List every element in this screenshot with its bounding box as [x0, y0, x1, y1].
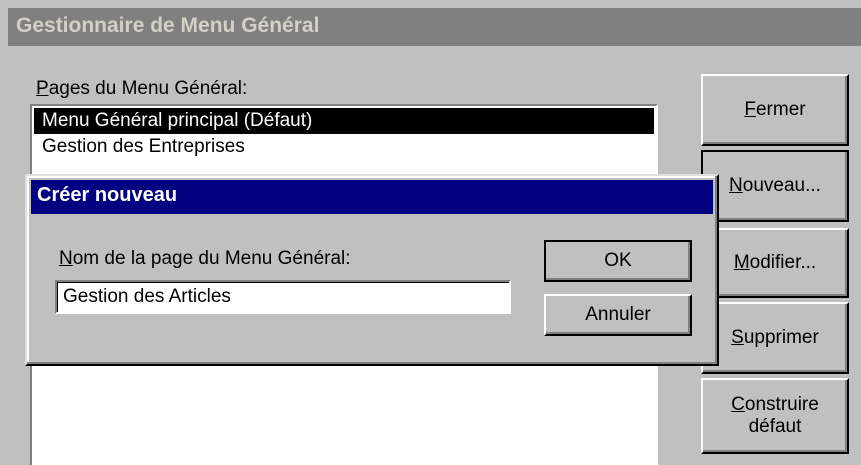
cancel-button[interactable]: Annuler	[544, 294, 692, 336]
page-name-label-accel: N	[59, 248, 73, 269]
close-button-accel: F	[744, 99, 756, 120]
create-new-dialog: Créer nouveau Nom de la page du Menu Gén…	[25, 174, 719, 366]
build-default-accel: C	[731, 394, 745, 415]
close-button[interactable]: Fermer	[701, 74, 849, 146]
new-button-text: ouveau...	[742, 175, 821, 196]
dialog-titlebar[interactable]: Créer nouveau	[31, 180, 713, 214]
edit-button-text: odifier...	[749, 252, 817, 273]
ok-button[interactable]: OK	[544, 240, 692, 282]
pages-list-label-accel: P	[36, 78, 49, 99]
new-button-accel: N	[729, 175, 743, 196]
new-button[interactable]: Nouveau...	[701, 150, 849, 222]
main-titlebar[interactable]: Gestionnaire de Menu Général	[8, 8, 861, 46]
delete-button-text: upprimer	[743, 327, 819, 348]
delete-button-accel: S	[731, 327, 744, 348]
list-item-gestion-entreprises[interactable]: Gestion des Entreprises	[34, 134, 654, 160]
list-item-main-menu[interactable]: Menu Général principal (Défaut)	[34, 108, 654, 134]
dialog-title: Créer nouveau	[37, 184, 178, 206]
edit-button-accel: M	[733, 252, 750, 273]
close-button-text: ermer	[755, 99, 806, 120]
pages-list-label: Pages du Menu Général:	[36, 78, 247, 100]
build-default-text-line1: onstruire	[744, 394, 819, 415]
page-name-input[interactable]: Gestion des Articles	[55, 280, 511, 314]
delete-button[interactable]: Supprimer	[701, 302, 849, 374]
page-name-label-text: om de la page du Menu Général:	[72, 248, 351, 269]
edit-button[interactable]: Modifier...	[701, 228, 849, 298]
build-default-button[interactable]: Construire défaut	[701, 378, 849, 454]
pages-list-label-text: ages du Menu Général:	[48, 78, 248, 99]
page-name-label: Nom de la page du Menu Général:	[59, 248, 351, 270]
build-default-text-line2: défaut	[748, 416, 802, 437]
window-title: Gestionnaire de Menu Général	[16, 14, 320, 37]
